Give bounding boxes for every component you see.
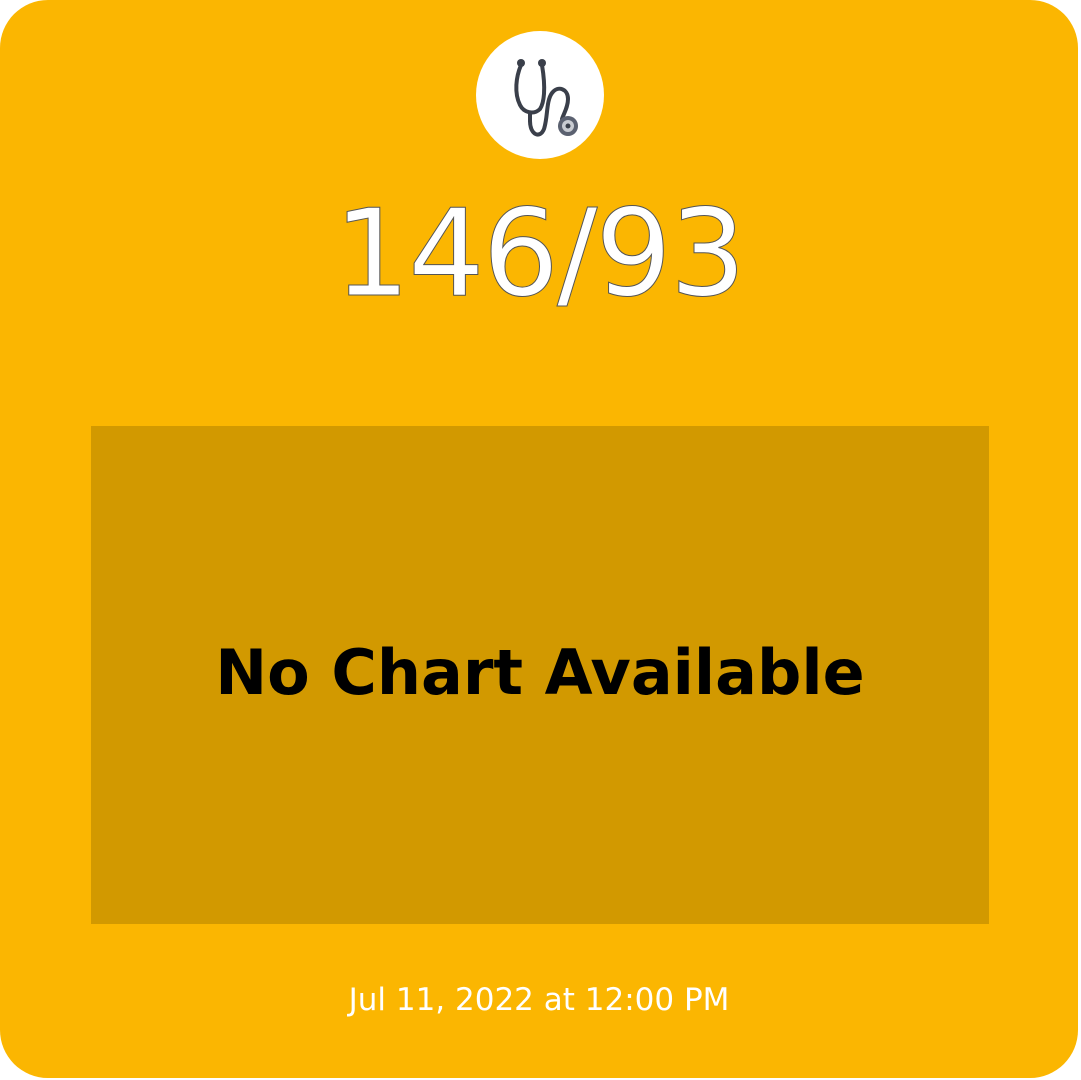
- blood-pressure-reading: 146/93: [333, 185, 746, 325]
- blood-pressure-card: 146/93 No Chart Available Jul 11, 2022 a…: [0, 0, 1078, 1078]
- stethoscope-icon: [514, 59, 578, 137]
- chart-placeholder: No Chart Available: [91, 426, 989, 924]
- stethoscope-icon-badge: [476, 31, 604, 159]
- reading-timestamp: Jul 11, 2022 at 12:00 PM: [348, 982, 730, 1018]
- no-chart-message: No Chart Available: [215, 636, 865, 709]
